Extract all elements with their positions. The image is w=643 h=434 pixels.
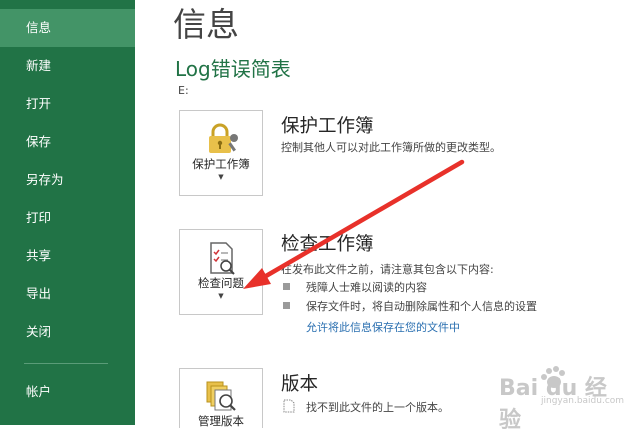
watermark-subtext: jingyan.baidu.com xyxy=(541,396,625,406)
baidu-watermark: Bai du 经验 jingyan.baidu.com xyxy=(497,362,627,433)
